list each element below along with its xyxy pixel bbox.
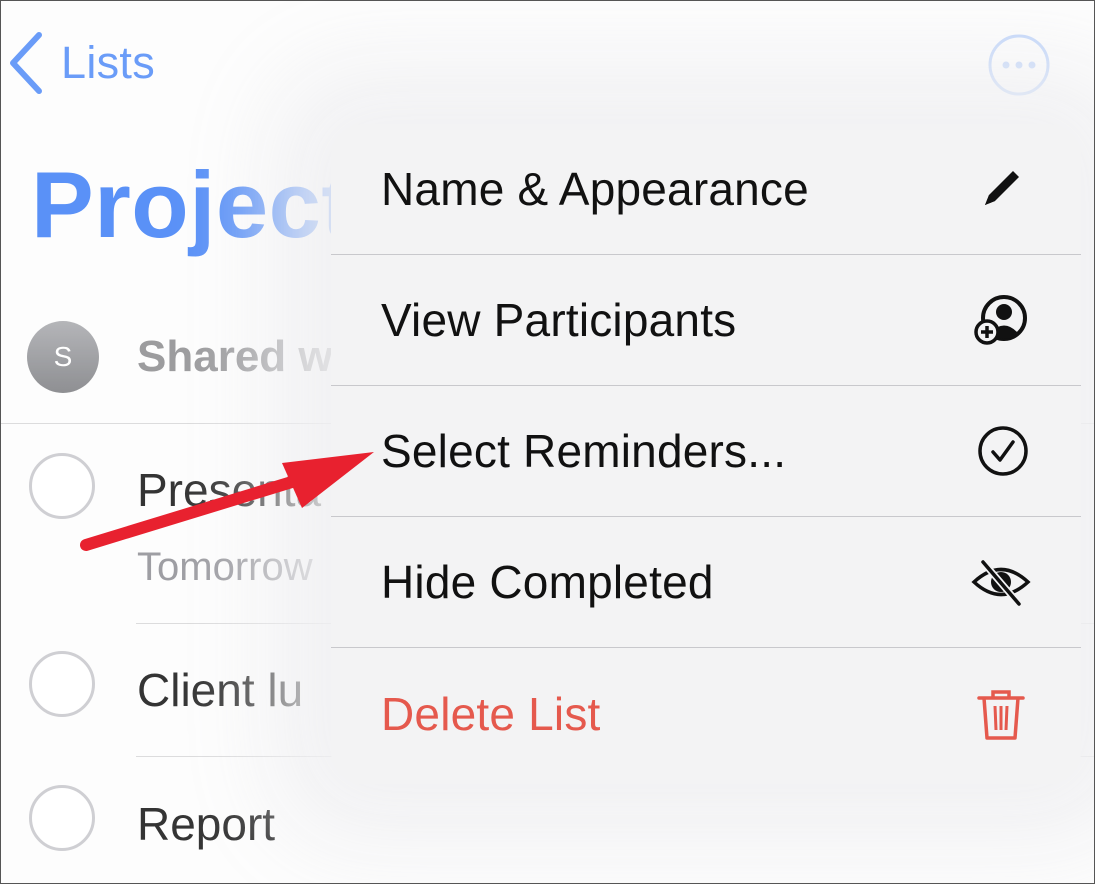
menu-item-label: Hide Completed [381, 556, 714, 608]
person-add-icon [974, 295, 1027, 345]
menu-item-select-reminders[interactable]: Select Reminders... [331, 386, 1081, 517]
menu-item-label: Name & Appearance [381, 163, 809, 215]
trash-icon [977, 689, 1025, 740]
menu-item-label: Delete List [381, 687, 601, 740]
list-options-menu: Name & Appearance View Participants Sele… [331, 124, 1081, 784]
menu-item-name-appearance[interactable]: Name & Appearance [331, 124, 1081, 255]
checkmark-circle-icon [978, 426, 1028, 476]
menu-item-label: View Participants [381, 294, 737, 346]
menu-item-view-participants[interactable]: View Participants [331, 255, 1081, 386]
app-screen: Lists Project S Shared w Presenta Tomorr… [0, 0, 1095, 884]
eye-slash-icon [971, 559, 1031, 607]
pencil-icon [985, 171, 1019, 205]
menu-item-label: Select Reminders... [381, 425, 787, 477]
menu-item-hide-completed[interactable]: Hide Completed [331, 517, 1081, 648]
menu-item-delete-list[interactable]: Delete List [331, 648, 1081, 779]
